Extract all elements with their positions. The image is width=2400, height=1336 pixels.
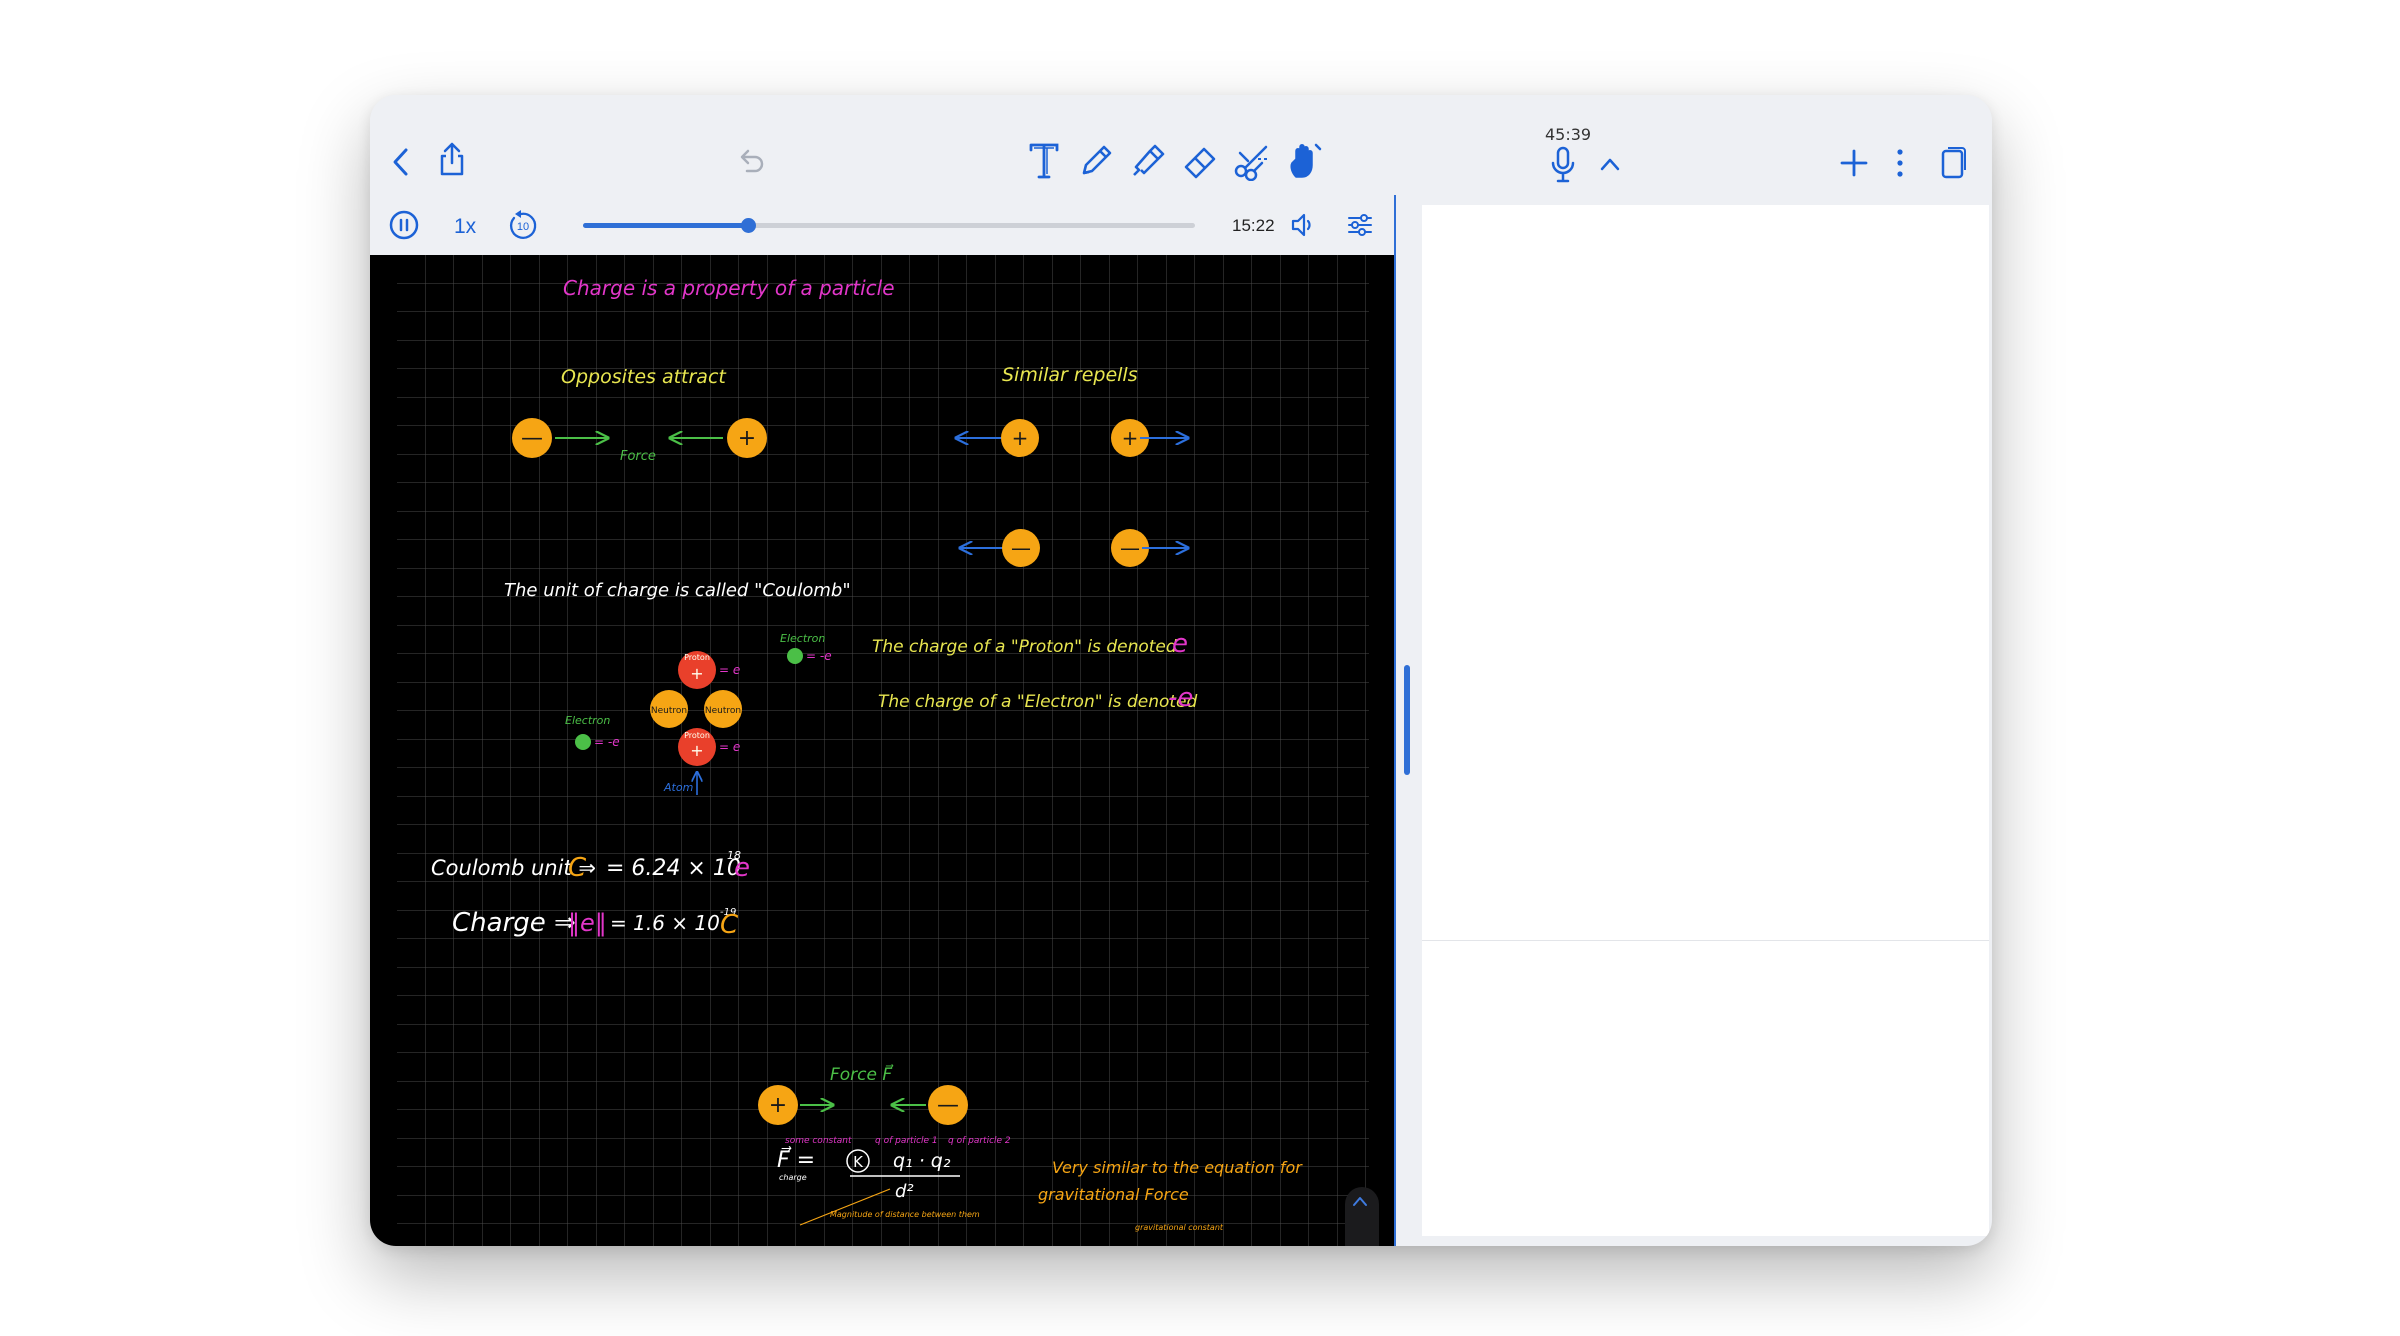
chevron-up-icon[interactable] [1595, 149, 1625, 179]
page-icon[interactable] [1936, 143, 1970, 183]
minus-sign: — [1120, 536, 1140, 560]
scrubber-knob[interactable] [741, 218, 757, 233]
pause-icon[interactable] [388, 209, 420, 241]
plus-sign: + [738, 426, 756, 451]
proton-charge: = e [719, 740, 740, 754]
proton-charge: = e [719, 663, 740, 677]
electron-charge: = -e [594, 735, 620, 749]
page-navigator[interactable]: 1 / 2 [1345, 1187, 1379, 1246]
text-tool-icon[interactable] [1024, 139, 1064, 183]
charge-prefix: Charge ⇒ [452, 908, 576, 938]
electron-label: Electron [780, 632, 825, 645]
annotation-distance: Magnitude of distance between them [830, 1210, 980, 1219]
force-vector-label: Force F⃗ [830, 1063, 894, 1085]
tablet-window: 45:39 1x 10 15:22 Charge is a property o… [370, 95, 1992, 1246]
plus-sign: + [1122, 426, 1139, 450]
note-canvas[interactable]: Charge is a property of a particle Oppos… [370, 255, 1396, 1246]
plus-sign: + [1012, 426, 1029, 450]
note-electron-charge: The charge of a "Electron" is denoted [878, 692, 1197, 712]
note-unit-of-charge: The unit of charge is called "Coulomb" [504, 580, 851, 601]
plus-sign: + [690, 741, 703, 760]
settings-sliders-icon[interactable] [1344, 209, 1376, 241]
split-divider[interactable] [1396, 195, 1422, 1246]
atom-label: Atom [663, 781, 693, 794]
coulomb-value: = 6.24 × 10 [606, 856, 741, 881]
charge-abs-e: ‖e‖ [568, 909, 607, 937]
formula-numerator: q₁ · q₂ [893, 1150, 951, 1172]
pen-icon[interactable] [1074, 139, 1118, 183]
lasso-scissors-icon[interactable] [1230, 139, 1274, 183]
force-label: Force [620, 449, 656, 464]
electron-dot [787, 648, 803, 664]
elapsed-time: 15:22 [1232, 216, 1275, 235]
minus-sign: — [937, 1093, 959, 1118]
split-handle[interactable] [1404, 665, 1410, 775]
skip-back-icon[interactable]: 10 [506, 208, 540, 242]
note-line-charge-property: Charge is a property of a particle [563, 276, 895, 300]
minus-sign: — [521, 426, 543, 451]
playback-bar: 1x 10 15:22 [370, 195, 1396, 255]
similar-note-line1: Very similar to the equation for [1052, 1158, 1303, 1177]
coulomb-C: C [568, 853, 587, 883]
proton-label: Proton [684, 731, 710, 740]
skip-seconds-label: 10 [517, 221, 529, 233]
electron-dot [575, 734, 591, 750]
more-icon[interactable] [1890, 145, 1910, 181]
neutron-label: Neutron [705, 706, 741, 716]
formula-denominator: d² [895, 1181, 914, 1202]
secondary-page-pane[interactable] [1422, 205, 1989, 1236]
undo-icon[interactable] [734, 143, 770, 179]
playback-speed-button[interactable]: 1x [454, 215, 476, 239]
note-proton-charge: The charge of a "Proton" is denoted [872, 637, 1177, 657]
charge-C: C [720, 910, 739, 940]
formula-lhs: F⃗ = [777, 1146, 815, 1173]
hand-pointer-icon[interactable] [1282, 139, 1326, 183]
charge-value: = 1.6 × 10 [610, 911, 720, 935]
playback-scrubber[interactable] [583, 218, 1195, 233]
plus-sign: + [769, 1093, 787, 1118]
similar-note-line2: gravitational Force [1038, 1185, 1189, 1204]
highlighter-icon[interactable] [1126, 139, 1170, 183]
annotation-q1: q of particle 1 [875, 1136, 938, 1146]
recording-clock: 45:39 [1545, 125, 1592, 144]
page-up-icon[interactable] [1352, 1195, 1372, 1215]
playback-progress [583, 223, 749, 228]
page-separator-line [1422, 940, 1989, 941]
top-toolbar: 45:39 [370, 95, 1992, 195]
formula-k: K [853, 1153, 864, 1171]
annotation-grav-const: gravitational constant [1135, 1223, 1224, 1232]
annotation-q2: q of particle 2 [948, 1136, 1011, 1146]
add-icon[interactable] [1836, 145, 1872, 181]
formula-subscript: charge [779, 1173, 807, 1182]
note-opposites-attract: Opposites attract [561, 366, 727, 388]
coulomb-e: e [734, 853, 750, 883]
plus-sign: + [690, 664, 703, 683]
back-chevron-icon[interactable] [384, 145, 418, 179]
electron-label: Electron [565, 714, 610, 727]
volume-icon[interactable] [1288, 210, 1320, 240]
electron-charge: = -e [806, 649, 832, 663]
proton-label: Proton [684, 653, 710, 662]
minus-sign: — [1011, 536, 1031, 560]
note-similar-repells: Similar repells [1002, 364, 1138, 386]
share-icon[interactable] [432, 139, 472, 179]
annotation-constant: some constant [785, 1136, 852, 1146]
current-page: 1 [1345, 1245, 1379, 1246]
microphone-icon[interactable] [1546, 145, 1580, 185]
neutron-label: Neutron [651, 706, 687, 716]
note-drawing: Charge is a property of a particle Oppos… [397, 255, 1369, 1246]
proton-symbol: e [1172, 629, 1188, 659]
electron-symbol: -e [1168, 683, 1193, 713]
eraser-icon[interactable] [1178, 139, 1222, 183]
